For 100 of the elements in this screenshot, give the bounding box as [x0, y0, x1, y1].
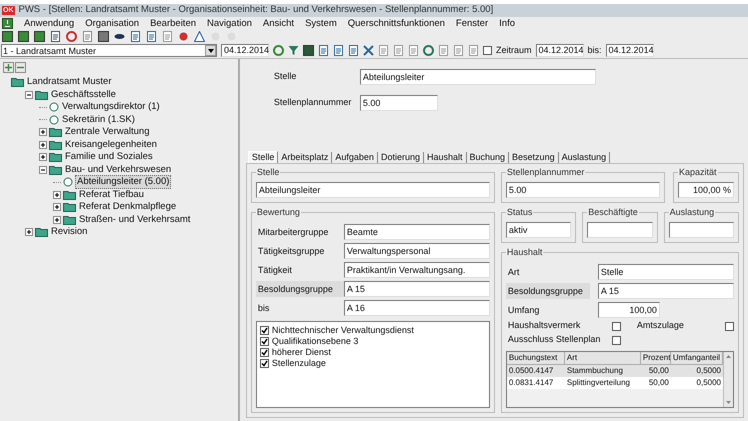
- menu-item[interactable]: Info: [499, 18, 515, 30]
- menu-item[interactable]: Fenster: [456, 18, 488, 30]
- group-title: Stelle: [256, 167, 280, 178]
- window-title: PWS - [Stellen: Landratsamt Muster - Organisationseinheit: Bau- und Verkehrswesen - Stellenplannummer: 5.00]: [18, 3, 494, 18]
- scrollbar[interactable]: [723, 352, 733, 407]
- tree-item[interactable]: Familie und Soziales: [64, 151, 154, 164]
- tab[interactable]: Buchung: [466, 152, 510, 163]
- text-field[interactable]: Abteilungsleiter: [360, 69, 596, 85]
- checkbox[interactable]: [612, 336, 621, 344]
- plus-icon: [5, 64, 12, 71]
- folder-icon: [35, 90, 48, 100]
- text-field[interactable]: 100,00: [598, 302, 660, 318]
- expand-icon[interactable]: [53, 203, 61, 212]
- menu-item[interactable]: System: [305, 18, 337, 30]
- collapse-icon[interactable]: [25, 90, 33, 99]
- text-field[interactable]: [668, 222, 734, 238]
- date-field[interactable]: 04.12.2014: [221, 44, 269, 57]
- menu-item[interactable]: Organisation: [85, 18, 140, 30]
- circle-icon[interactable]: [66, 31, 77, 42]
- text-field[interactable]: 100,00 %: [678, 182, 734, 198]
- table-row[interactable]: 0.0500.4147 Stammbuchung 50,00 0,5000: [506, 365, 723, 377]
- tab[interactable]: Arbeitsplatz: [278, 152, 332, 163]
- folder-icon: [63, 214, 76, 225]
- close-icon[interactable]: [363, 45, 374, 56]
- tree-item[interactable]: Sekretärin (1.SK): [61, 114, 136, 126]
- collapse-icon[interactable]: [39, 166, 47, 174]
- expand-icon[interactable]: [53, 216, 61, 224]
- expand-icon[interactable]: [39, 128, 47, 136]
- menu-item[interactable]: Ansicht: [262, 18, 294, 30]
- circle-icon: [49, 114, 59, 125]
- zeitraum-label: Zeitraum: [496, 44, 532, 57]
- filter-icon[interactable]: [288, 45, 299, 56]
- text-field[interactable]: 5.00: [506, 182, 660, 198]
- tree-item[interactable]: Revision: [50, 226, 88, 238]
- menu-item[interactable]: Anwendung: [24, 18, 74, 30]
- folder-icon: [35, 227, 48, 238]
- text-field[interactable]: aktiv: [506, 222, 572, 238]
- organization-dropdown[interactable]: 1 - Landratsamt Muster: [1, 44, 217, 57]
- text-field[interactable]: Stelle: [598, 264, 734, 280]
- tree-item[interactable]: Verwaltungsdirektor (1): [61, 101, 161, 114]
- folder-icon: [11, 77, 24, 88]
- expand-all-button[interactable]: [3, 62, 14, 73]
- checkbox[interactable]: [483, 46, 492, 55]
- text-field[interactable]: Verwaltungspersonal: [344, 242, 490, 258]
- menu-item[interactable]: Querschnittsfunktionen: [348, 18, 445, 30]
- text-field[interactable]: A 15: [344, 280, 490, 296]
- field-label: bis: [256, 302, 270, 314]
- group-title: Kapazität: [678, 167, 718, 178]
- expand-icon[interactable]: [39, 140, 47, 149]
- tab[interactable]: Dotierung: [378, 152, 424, 163]
- tree-item[interactable]: Straßen- und Verkehrsamt: [78, 214, 192, 226]
- group-title: Haushalt: [506, 247, 544, 258]
- checkbox[interactable]: [725, 322, 734, 330]
- checkbox[interactable]: [260, 326, 269, 335]
- checkbox-label: Qualifikationsebene 3: [272, 335, 358, 348]
- checkbox[interactable]: [260, 337, 269, 346]
- table-cell-text: 0,5000: [696, 365, 722, 377]
- tree-item[interactable]: Abteilungsleiter (5.00): [75, 175, 172, 190]
- checkbox[interactable]: [260, 359, 269, 368]
- tree-item[interactable]: Geschäftsstelle: [50, 88, 117, 101]
- expand-icon[interactable]: [39, 153, 47, 162]
- menu-item[interactable]: Navigation: [207, 18, 252, 30]
- checkbox[interactable]: [260, 348, 269, 357]
- collapse-all-button[interactable]: [15, 62, 26, 73]
- expand-icon[interactable]: [53, 190, 61, 199]
- text-field[interactable]: [587, 222, 653, 238]
- tree-item[interactable]: Referat Denkmalpflege: [78, 201, 178, 214]
- text-field[interactable]: Praktikant/in Verwaltungsang.: [344, 262, 490, 278]
- tab[interactable]: Besetzung: [509, 152, 559, 163]
- date-field[interactable]: 04.12.2014: [606, 44, 654, 57]
- checkbox-label: Haushaltsvermerk: [508, 319, 582, 332]
- tree-item[interactable]: Landratsamt Muster: [26, 76, 112, 88]
- text-field[interactable]: A 16: [344, 300, 490, 316]
- circle-icon: [49, 102, 59, 112]
- text-field[interactable]: Abteilungsleiter: [256, 182, 490, 198]
- folder-icon: [49, 140, 62, 150]
- folder-icon: [49, 127, 62, 138]
- tab[interactable]: Stelle: [248, 151, 278, 163]
- field-label: Besoldungsgruppe: [256, 280, 344, 296]
- warning-icon[interactable]: [194, 31, 205, 42]
- field-label: Stelle: [274, 70, 298, 84]
- group-title: Beschäftigte: [587, 207, 639, 218]
- tree-item[interactable]: Zentrale Verwaltung: [64, 126, 150, 138]
- table-cell-text: 0.0500.4147: [508, 365, 554, 377]
- tab[interactable]: Auslastung: [558, 152, 610, 163]
- tree-item[interactable]: Kreisangelegenheiten: [64, 138, 158, 151]
- text-field[interactable]: Beamte: [344, 224, 490, 240]
- checkbox-label: Ausschluss Stellenplan: [508, 333, 602, 346]
- text-field[interactable]: A 15: [598, 282, 734, 298]
- date-field[interactable]: 04.12.2014: [536, 44, 584, 57]
- menu-item[interactable]: Bearbeiten: [150, 18, 196, 30]
- expand-icon[interactable]: [25, 228, 33, 236]
- text-field[interactable]: 5.00: [360, 95, 438, 111]
- tab[interactable]: Haushalt: [424, 152, 467, 163]
- table-row[interactable]: 0.0831.4147 Splittingverteilung 50,00 0,5000: [506, 377, 723, 389]
- tree-item[interactable]: Referat Tiefbau: [78, 188, 145, 201]
- tab[interactable]: Aufgaben: [332, 152, 378, 163]
- checkbox[interactable]: [612, 322, 621, 330]
- tree-item[interactable]: Bau- und Verkehrswesen: [64, 164, 172, 176]
- refresh-icon[interactable]: [273, 45, 284, 56]
